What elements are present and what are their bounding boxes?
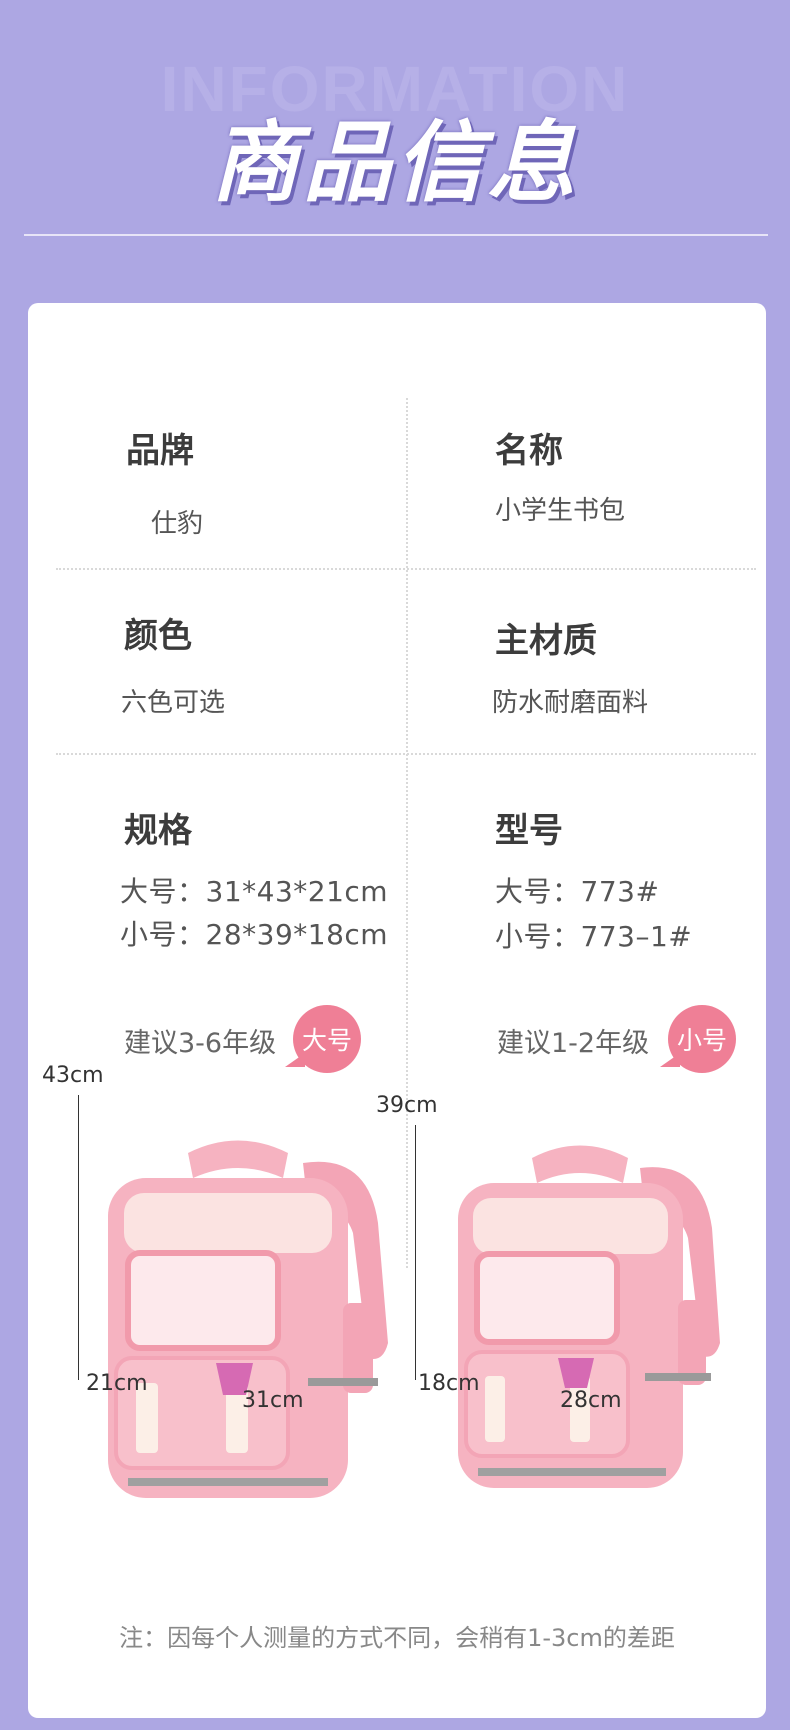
column-divider (406, 398, 408, 1268)
width-small: 28cm (560, 1388, 622, 1413)
badge-small-label: 小号 (676, 1026, 727, 1055)
row-divider (56, 753, 756, 755)
measurement-note: 注：因每个人测量的方式不同，会稍有1-3cm的差距 (119, 1624, 675, 1652)
material-label: 主材质 (495, 621, 597, 661)
model-small: 小号：773–1# (495, 920, 693, 953)
model-label: 型号 (495, 811, 563, 851)
model-large: 大号：773# (495, 875, 660, 908)
row-divider (56, 568, 756, 570)
size-tip-small: 建议1-2年级 (497, 1028, 650, 1059)
header-divider (24, 234, 768, 236)
width-large: 31cm (242, 1388, 304, 1413)
page-title: 商品信息 (210, 111, 579, 214)
badge-large-label: 大号 (301, 1026, 352, 1055)
brand-label: 品牌 (126, 431, 194, 471)
color-label: 颜色 (124, 616, 192, 656)
height-line-large (78, 1095, 79, 1380)
spec-label: 规格 (124, 811, 192, 851)
badge-small: 小号 (660, 1005, 736, 1073)
spec-small: 小号：28*39*18cm (120, 918, 389, 951)
height-large: 43cm (42, 1063, 104, 1088)
name-label: 名称 (495, 431, 563, 471)
height-small: 39cm (376, 1093, 438, 1118)
pink-backpack-icon (108, 1140, 388, 1498)
spec-large: 大号：31*43*21cm (120, 875, 389, 908)
color-value: 六色可选 (121, 688, 226, 718)
name-value: 小学生书包 (495, 496, 626, 526)
badge-large: 大号 (285, 1005, 361, 1073)
material-value: 防水耐磨面料 (492, 688, 649, 718)
pink-backpack-icon (458, 1145, 720, 1488)
size-tip-large: 建议3-6年级 (124, 1028, 277, 1059)
depth-small: 18cm (418, 1371, 480, 1396)
brand-value: 仕豹 (151, 509, 204, 539)
depth-large: 21cm (86, 1371, 148, 1396)
product-info-card: 品牌 仕豹 名称 小学生书包 颜色 六色可选 主材质 防水耐磨面料 规格 大号：… (28, 303, 766, 1718)
height-line-small (415, 1125, 416, 1380)
